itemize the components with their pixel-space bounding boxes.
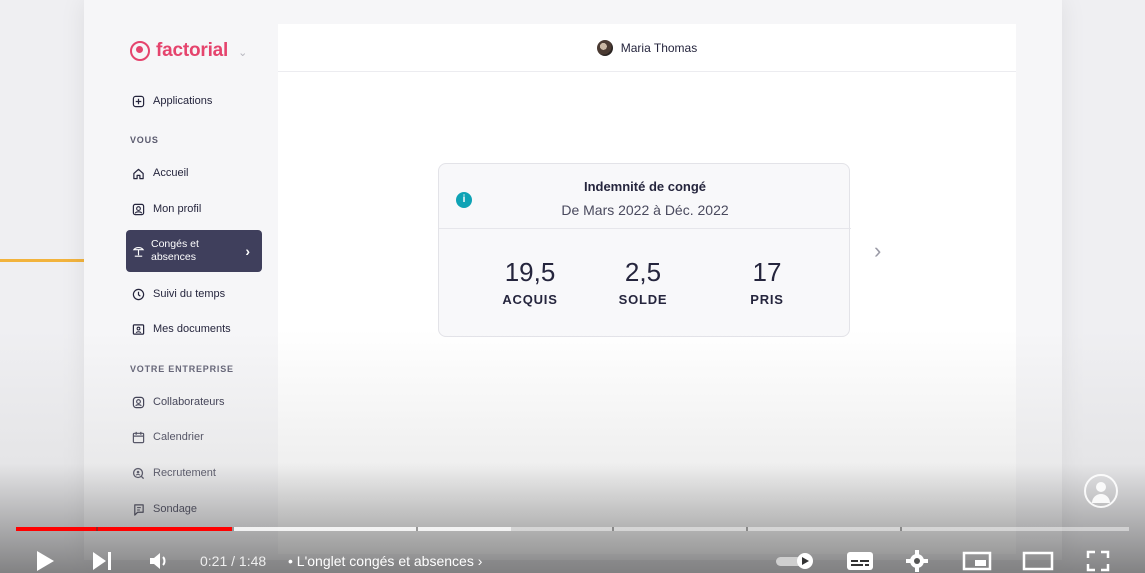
stat-pris: 17 PRIS	[707, 257, 827, 307]
sidebar-item-conges-absences[interactable]: Congés et absences ›	[126, 230, 262, 272]
chapter-label: • L'onglet congés et absences	[288, 553, 474, 569]
stat-value: 17	[752, 257, 782, 287]
document-icon	[132, 323, 145, 336]
settings-gear-icon[interactable]	[906, 550, 928, 572]
search-person-icon	[132, 467, 145, 480]
leave-allowance-card: i Indemnité de congé De Mars 2022 à Déc.…	[438, 163, 851, 337]
top-bar: Maria Thomas	[278, 24, 1016, 72]
survey-icon	[132, 503, 145, 516]
progress-played	[16, 527, 232, 531]
sidebar-item-label: Mon profil	[153, 203, 202, 215]
section-label-vous: VOUS	[130, 135, 159, 145]
sidebar-item-label: Accueil	[153, 167, 189, 179]
stat-value: 2,5	[624, 257, 662, 287]
chevron-right-icon: ›	[245, 243, 250, 259]
stat-label: ACQUIS	[502, 292, 558, 307]
chapter-divider	[232, 527, 234, 531]
sidebar-item-recrutement[interactable]: Recrutement	[126, 460, 262, 486]
people-icon	[132, 396, 145, 409]
card-title: Indemnité de congé	[583, 179, 707, 194]
stat-acquis: 19,5 ACQUIS	[470, 257, 590, 307]
sidebar-item-applications[interactable]: Applications	[126, 88, 262, 114]
sidebar-item-label: Sondage	[153, 503, 198, 515]
clock-icon	[132, 288, 145, 301]
sidebar-item-label: Suivi du temps	[153, 288, 226, 300]
sidebar-item-label: Applications	[153, 95, 213, 107]
beach-icon	[132, 245, 145, 258]
chevron-down-icon: ⌄	[238, 47, 248, 59]
next-button[interactable]	[92, 551, 114, 571]
main-content: Maria Thomas i Indemnité de congé De Mar…	[278, 24, 1016, 554]
stat-label: PRIS	[750, 292, 784, 307]
section-label-entreprise: VOTRE ENTREPRISE	[130, 364, 234, 374]
chapter-divider	[746, 527, 748, 531]
orange-accent-line	[0, 259, 90, 262]
subtitles-button[interactable]	[846, 551, 874, 571]
time-display: 0:21 / 1:48	[200, 553, 267, 569]
stat-label: SOLDE	[618, 292, 668, 307]
play-button[interactable]	[34, 550, 56, 572]
chapter-divider	[900, 527, 902, 531]
chapter-divider	[416, 527, 418, 531]
avatar[interactable]	[596, 39, 613, 56]
sidebar: factorial ⌄ Applications VOUS Accueil Mo…	[112, 24, 278, 554]
next-card-chevron-icon[interactable]: ›	[874, 238, 881, 264]
factorial-logo-icon	[130, 41, 150, 61]
card-period: De Mars 2022 à Déc. 2022	[561, 202, 729, 218]
sidebar-item-label: Congés et absences	[151, 238, 199, 263]
chevron-right-icon: ›	[477, 553, 483, 569]
theater-mode-button[interactable]	[1022, 551, 1054, 571]
chapter-title[interactable]: • L'onglet congés et absences ›	[288, 553, 482, 569]
sidebar-item-mes-documents[interactable]: Mes documents	[126, 316, 262, 342]
progress-bar[interactable]	[16, 527, 1129, 531]
stat-solde: 2,5 SOLDE	[583, 257, 703, 307]
volume-button[interactable]	[148, 551, 172, 571]
sidebar-item-accueil[interactable]: Accueil	[126, 160, 262, 186]
stat-value: 19,5	[504, 257, 556, 287]
sidebar-item-sondage[interactable]: Sondage	[126, 496, 262, 522]
sidebar-item-suivi-du-temps[interactable]: Suivi du temps	[126, 281, 262, 307]
card-header: i Indemnité de congé De Mars 2022 à Déc.…	[439, 164, 851, 229]
miniplayer-button[interactable]	[962, 551, 992, 571]
home-icon	[132, 167, 145, 180]
chapter-divider	[96, 527, 98, 531]
sidebar-item-label: Calendrier	[153, 431, 204, 443]
chapter-divider	[612, 527, 614, 531]
sidebar-item-collaborateurs[interactable]: Collaborateurs	[126, 389, 262, 415]
sidebar-item-label: Mes documents	[153, 323, 231, 335]
applications-icon	[132, 95, 145, 108]
brand[interactable]: factorial ⌄	[130, 40, 247, 62]
sidebar-item-calendrier[interactable]: Calendrier	[126, 424, 262, 450]
account-icon[interactable]	[1084, 474, 1118, 508]
video-stage[interactable]: factorial ⌄ Applications VOUS Accueil Mo…	[0, 0, 1145, 573]
profile-icon	[132, 203, 145, 216]
user-name[interactable]: Maria Thomas	[621, 41, 697, 55]
brand-name: factorial	[156, 40, 229, 61]
calendar-icon	[132, 431, 145, 444]
autoplay-toggle[interactable]	[775, 552, 817, 570]
fullscreen-button[interactable]	[1086, 550, 1110, 572]
sidebar-item-label: Collaborateurs	[153, 396, 225, 408]
sidebar-item-mon-profil[interactable]: Mon profil	[126, 196, 262, 222]
sidebar-item-label: Recrutement	[153, 467, 216, 479]
